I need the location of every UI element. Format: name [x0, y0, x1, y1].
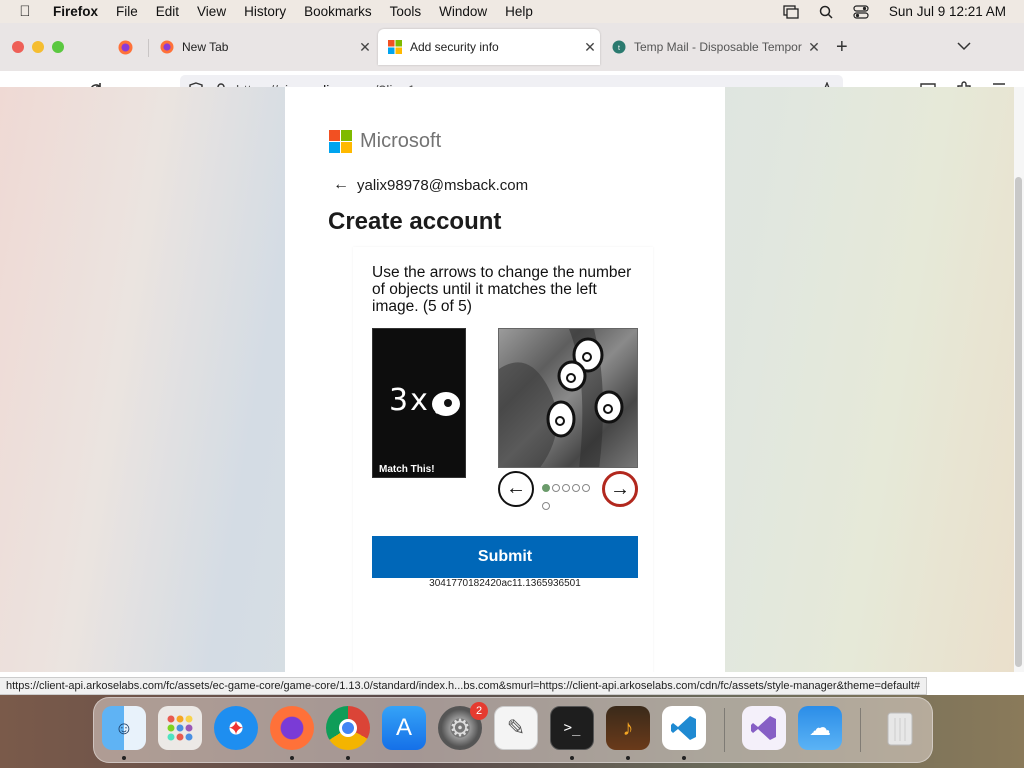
- tab-label: Add security info: [410, 40, 499, 54]
- menu-help[interactable]: Help: [505, 4, 533, 19]
- target-object-icon: [432, 392, 460, 416]
- target-count: 3x: [389, 383, 430, 418]
- microsoft-logo-icon: [388, 40, 402, 54]
- menu-edit[interactable]: Edit: [156, 4, 179, 19]
- visual-studio-icon[interactable]: [742, 706, 786, 750]
- pagination-dot: [572, 484, 580, 492]
- page-viewport: Microsoft ← yalix98978@msback.com Create…: [0, 87, 1014, 672]
- menu-view[interactable]: View: [197, 4, 226, 19]
- brand-name: Microsoft: [360, 130, 442, 152]
- spotlight-search-icon[interactable]: [819, 5, 833, 19]
- tab-label: New Tab: [182, 40, 229, 54]
- system-settings-icon[interactable]: ⚙ 2: [438, 702, 488, 750]
- microsoft-logo: Microsoft: [329, 130, 441, 153]
- terminal-icon[interactable]: >_: [550, 706, 594, 750]
- textedit-icon[interactable]: ✎: [494, 706, 538, 750]
- session-id: 3041770182420ac11.1365936501: [429, 578, 581, 589]
- trash-icon[interactable]: [878, 706, 922, 750]
- page-scrollbar[interactable]: [1014, 87, 1024, 672]
- menu-tools[interactable]: Tools: [390, 4, 422, 19]
- tab-new-tab[interactable]: New Tab ✕: [150, 29, 375, 65]
- garageband-icon[interactable]: ♪: [606, 706, 650, 750]
- pagination-dot: [542, 484, 550, 492]
- submit-button[interactable]: Submit: [372, 536, 638, 578]
- egg-object: [546, 400, 576, 438]
- finder-icon[interactable]: ☺: [102, 706, 146, 750]
- weather-icon[interactable]: ☁: [798, 706, 842, 750]
- minimize-window-button[interactable]: [32, 41, 44, 53]
- firefox-icon: [160, 40, 174, 54]
- menu-bookmarks[interactable]: Bookmarks: [304, 4, 372, 19]
- tab-temp-mail[interactable]: t Temp Mail - Disposable Tempor ✕: [602, 29, 824, 65]
- menu-history[interactable]: History: [244, 4, 286, 19]
- close-tab-icon[interactable]: ✕: [355, 39, 375, 56]
- app-store-icon[interactable]: A: [382, 706, 426, 750]
- chrome-icon[interactable]: [326, 706, 370, 750]
- egg-object: [557, 360, 587, 392]
- close-tab-icon[interactable]: ✕: [580, 39, 600, 56]
- captcha-puzzle: Use the arrows to change the number of o…: [353, 247, 653, 672]
- pagination-dot: [552, 484, 560, 492]
- page-dots: [542, 479, 597, 515]
- tab-bar: New Tab ✕ Add security info ✕ t Temp Mai…: [0, 23, 1024, 71]
- control-center-icon[interactable]: [853, 4, 869, 19]
- identity-email: yalix98978@msback.com: [357, 176, 529, 194]
- egg-object: [594, 390, 624, 424]
- answer-objects-illustration: [499, 329, 624, 467]
- vscode-icon[interactable]: [662, 706, 706, 750]
- previous-arrow-button[interactable]: ←: [498, 471, 534, 507]
- close-window-button[interactable]: [12, 41, 24, 53]
- tab-label: Temp Mail - Disposable Tempor: [634, 40, 802, 54]
- list-all-tabs-chevron-icon[interactable]: [957, 42, 971, 51]
- screen-mirroring-icon[interactable]: [783, 4, 799, 19]
- microsoft-squares-icon: [329, 130, 352, 153]
- pagination-dot: [562, 484, 570, 492]
- notification-badge: 2: [470, 702, 488, 720]
- launchpad-icon[interactable]: [158, 706, 202, 750]
- next-arrow-button[interactable]: →: [602, 471, 638, 507]
- pinned-firefox-tab-icon[interactable]: [118, 40, 133, 55]
- pagination-dot: [542, 502, 550, 510]
- pagination-dot: [582, 484, 590, 492]
- zoom-window-button[interactable]: [52, 41, 64, 53]
- tab-add-security-info[interactable]: Add security info ✕: [378, 29, 600, 65]
- menu-app-name[interactable]: Firefox: [53, 4, 98, 19]
- safari-icon[interactable]: ✦: [214, 706, 258, 750]
- answer-image: [498, 328, 638, 468]
- apple-icon[interactable]: : [0, 3, 36, 20]
- menu-clock[interactable]: Sun Jul 9 12:21 AM: [889, 4, 1006, 19]
- firefox-icon[interactable]: [270, 706, 314, 750]
- temp-mail-icon: t: [612, 40, 626, 54]
- puzzle-instruction: Use the arrows to change the number of o…: [372, 264, 632, 315]
- dock: ☺ ✦ A ⚙ 2 ✎ >_ ♪ ☁: [93, 697, 933, 763]
- close-tab-icon[interactable]: ✕: [804, 39, 824, 56]
- page-title: Create account: [328, 208, 502, 235]
- match-this-label: Match This!: [379, 464, 435, 475]
- new-tab-plus-icon[interactable]: +: [836, 36, 848, 59]
- svg-text:t: t: [618, 45, 620, 52]
- target-image: 3x Match This!: [372, 328, 466, 478]
- signup-card: Microsoft ← yalix98978@msback.com Create…: [285, 87, 725, 672]
- scrollbar-thumb[interactable]: [1015, 177, 1022, 667]
- back-arrow-icon[interactable]: ←: [333, 176, 349, 194]
- menu-file[interactable]: File: [116, 4, 138, 19]
- menu-window[interactable]: Window: [439, 4, 487, 19]
- link-status-bar: https://client-api.arkoselabs.com/fc/ass…: [0, 677, 928, 695]
- identity-banner: ← yalix98978@msback.com: [333, 176, 528, 194]
- menu-bar:  Firefox File Edit View History Bookmar…: [0, 0, 1024, 23]
